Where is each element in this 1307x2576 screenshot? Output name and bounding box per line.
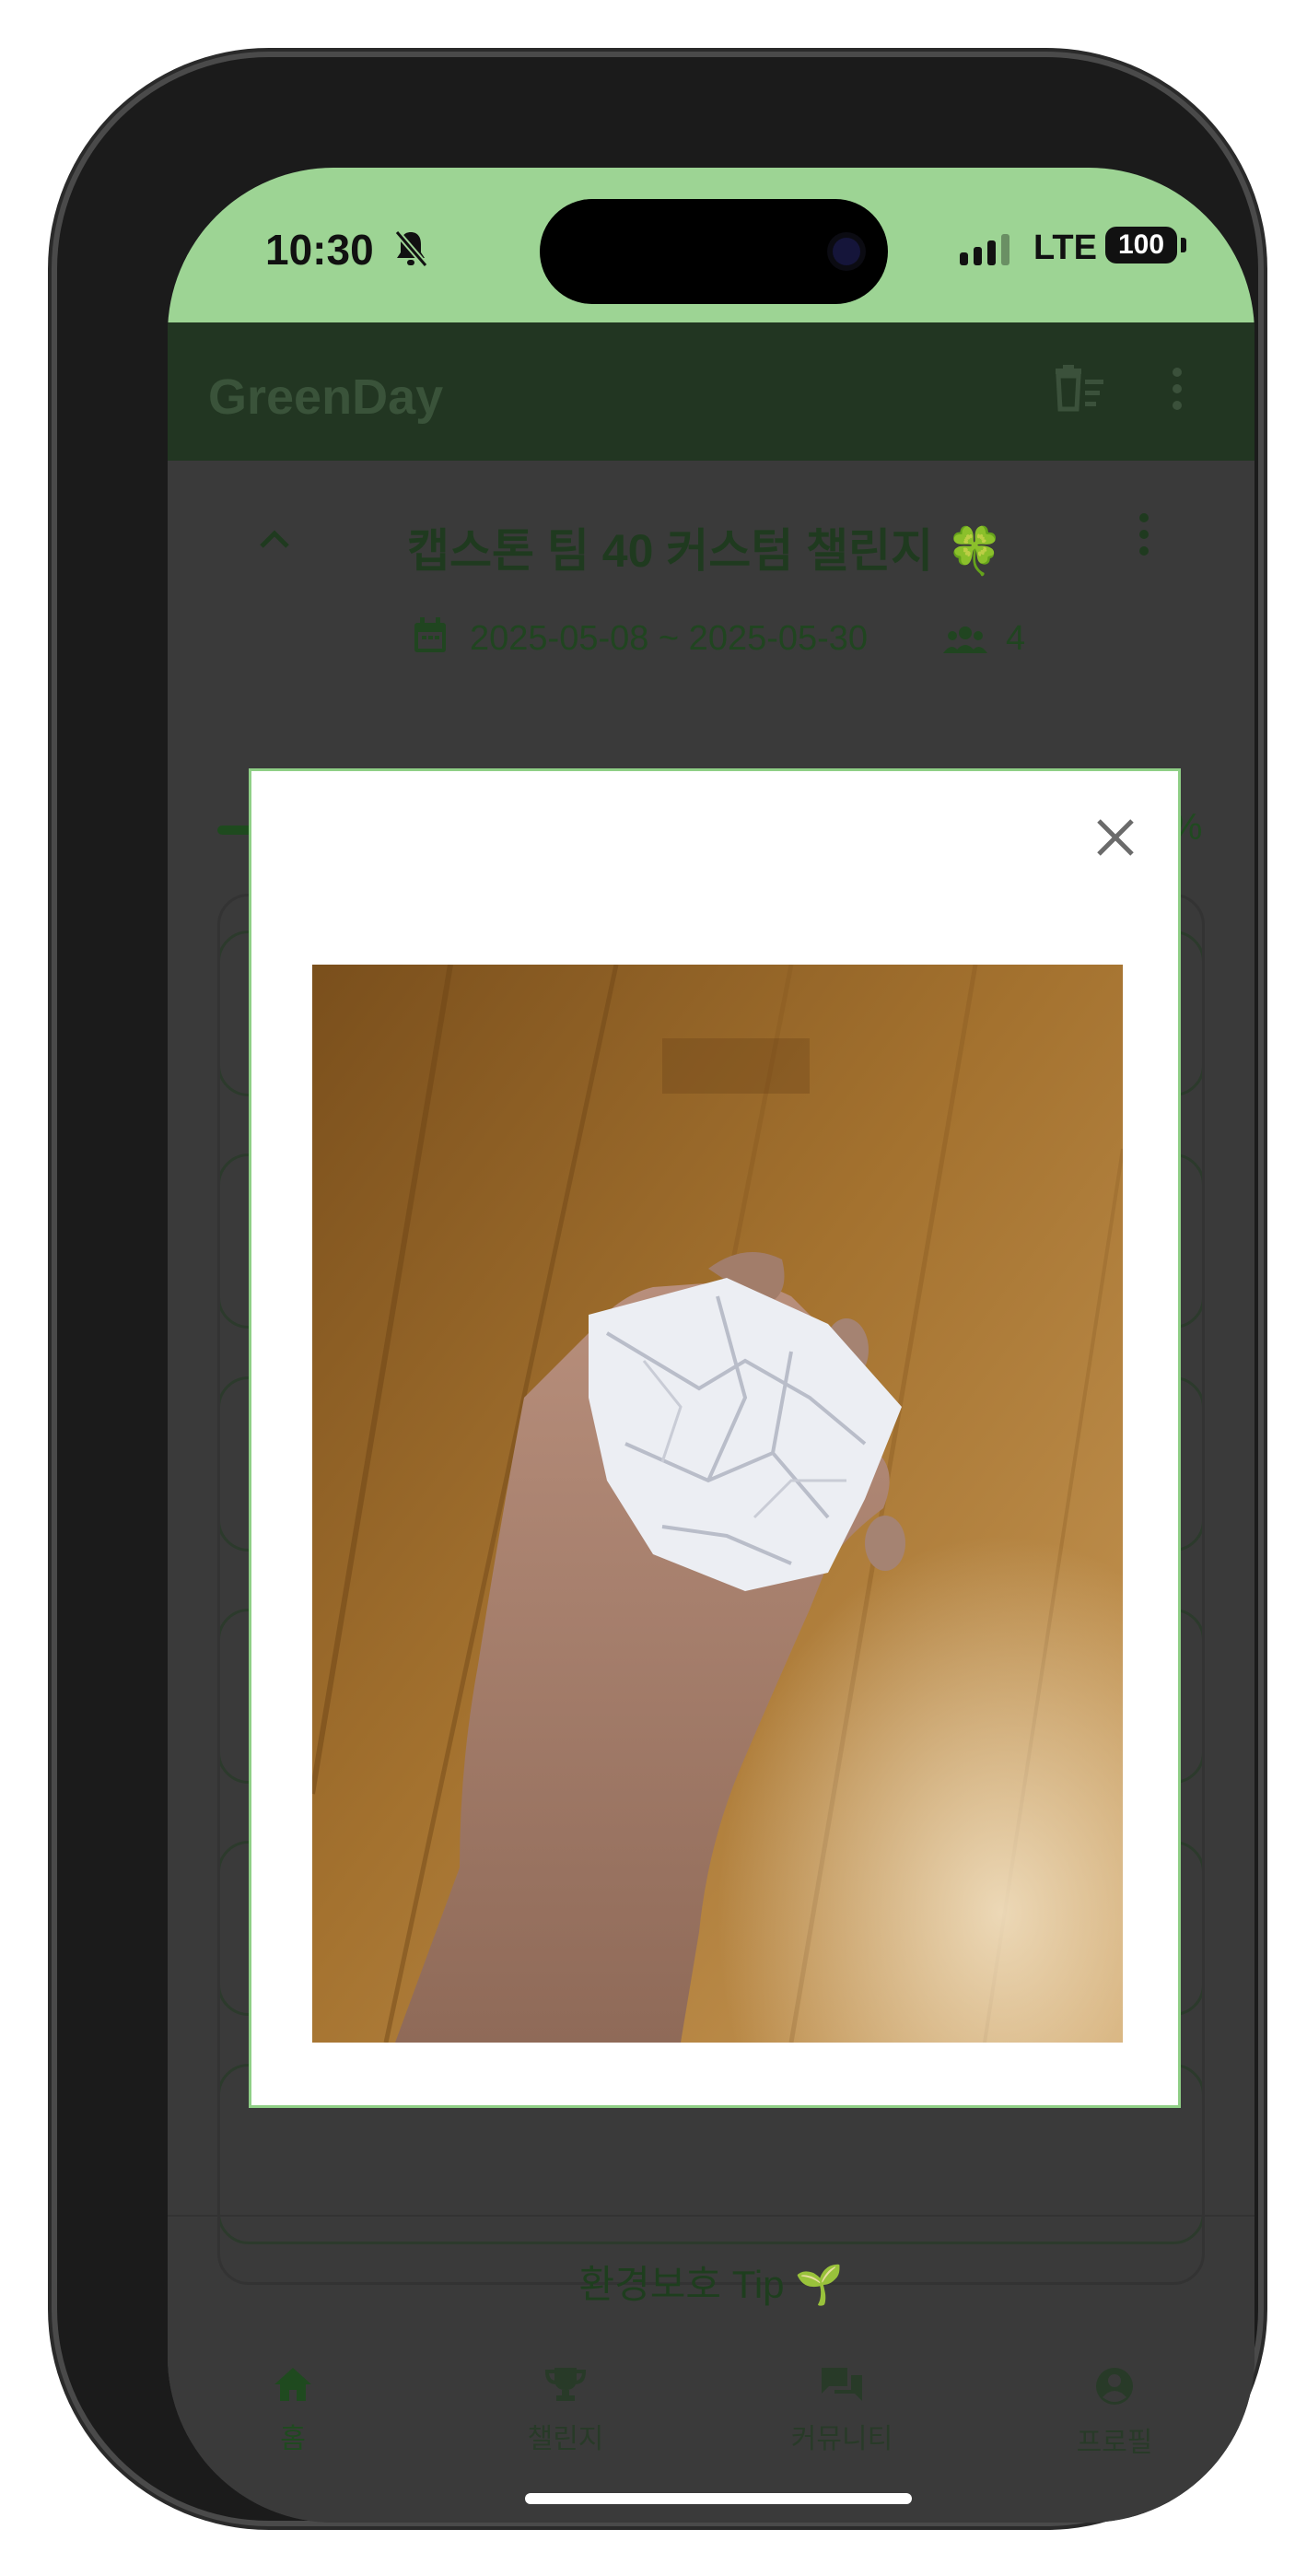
nav-label-home: 홈 xyxy=(280,2424,306,2454)
challenge-period: 2025-05-08 ~ 2025-05-30 xyxy=(470,619,869,658)
home-icon xyxy=(201,2366,385,2412)
calendar-icon xyxy=(413,617,448,663)
participant-count: 4 xyxy=(1006,619,1026,658)
app-title: GreenDay xyxy=(208,369,444,425)
volume-up-button xyxy=(48,741,57,927)
delete-sweep-icon[interactable] xyxy=(1052,363,1107,427)
screen: 10:30 LTE 100 GreenDay 캡스톤 팀 40 커스텀 챌린지 … xyxy=(168,168,1254,2523)
signal-icon xyxy=(960,234,1009,265)
battery-icon: 100 xyxy=(1105,227,1177,263)
action-button xyxy=(48,556,57,652)
chat-bubbles-icon xyxy=(750,2366,934,2412)
nav-label-community: 커뮤니티 xyxy=(790,2424,893,2454)
power-button xyxy=(1258,802,1267,1098)
dynamic-island xyxy=(540,199,888,304)
more-vert-icon[interactable] xyxy=(1168,363,1186,427)
nav-label-challenge: 챌린지 xyxy=(527,2424,604,2454)
proof-photo xyxy=(312,965,1123,2043)
account-circle-icon xyxy=(1022,2366,1207,2416)
volume-down-button xyxy=(48,973,57,1159)
chevron-up-icon[interactable] xyxy=(256,516,293,562)
network-type: LTE xyxy=(1033,228,1097,267)
nav-item-challenge[interactable]: 챌린지 xyxy=(473,2366,658,2456)
nav-item-profile[interactable]: 프로필 xyxy=(1022,2366,1207,2460)
divider xyxy=(168,2215,1254,2217)
photo-modal xyxy=(249,768,1181,2108)
nav-label-profile: 프로필 xyxy=(1076,2428,1153,2458)
trophy-icon xyxy=(473,2366,658,2412)
bell-slash-icon xyxy=(392,228,429,278)
battery-tip xyxy=(1181,238,1186,252)
app-bar: GreenDay xyxy=(168,322,1254,461)
people-icon xyxy=(943,623,987,662)
nav-item-home[interactable]: 홈 xyxy=(201,2366,385,2456)
challenge-title: 캡스톤 팀 40 커스텀 챌린지 🍀 xyxy=(407,525,1004,577)
status-bar: 10:30 LTE 100 xyxy=(168,168,1254,322)
eco-tip[interactable]: 환경보호 Tip 🌱 xyxy=(168,2254,1254,2310)
clock: 10:30 xyxy=(265,226,374,274)
close-icon[interactable] xyxy=(1086,808,1145,867)
battery-level: 100 xyxy=(1117,229,1165,260)
nav-item-community[interactable]: 커뮤니티 xyxy=(750,2366,934,2456)
challenge-more-icon[interactable] xyxy=(1135,509,1153,572)
home-indicator[interactable] xyxy=(525,2493,912,2504)
front-camera xyxy=(833,238,860,265)
phone-frame: 10:30 LTE 100 GreenDay 캡스톤 팀 40 커스텀 챌린지 … xyxy=(57,57,1258,2523)
